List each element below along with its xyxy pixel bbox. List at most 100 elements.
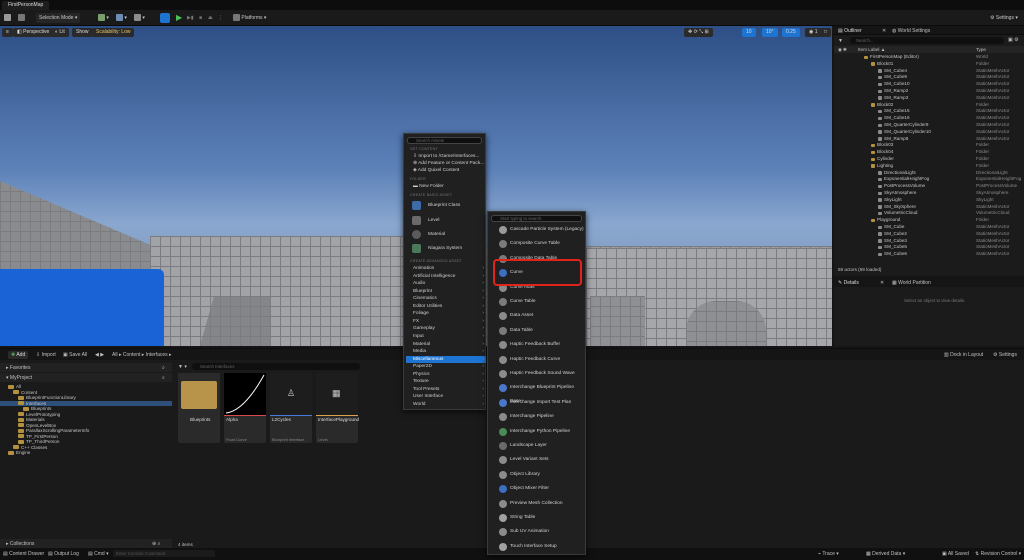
trace-button[interactable]: ⌁ Trace ▾: [818, 551, 839, 557]
submenu-item[interactable]: Data Asset: [490, 309, 585, 323]
outliner-row[interactable]: FirstPersonMap (Editor) World: [834, 54, 1024, 61]
dock-in-layout-button[interactable]: ▥ Dock in Layout: [944, 352, 983, 358]
menu-item-advanced[interactable]: Gameplay ›: [406, 325, 486, 332]
submenu-item[interactable]: Landscape Layer: [490, 439, 585, 453]
menu-item-advanced[interactable]: Input ›: [406, 333, 486, 340]
tab-outliner[interactable]: ▤ Outliner: [838, 28, 862, 34]
platforms-dropdown[interactable]: Platforms ▾: [233, 13, 266, 23]
add-collection-icon[interactable]: ⊕ ⌕: [152, 541, 160, 547]
menu-item-advanced[interactable]: Material ›: [406, 341, 486, 348]
asset-tile[interactable]: ♙ L2Cycles Blueprint Interface: [270, 373, 312, 443]
eject-icon[interactable]: ⏏: [208, 13, 213, 23]
outliner-row[interactable]: SM_Cube5 StaticMeshActor: [834, 244, 1024, 251]
menu-item-advanced[interactable]: User Interface ›: [406, 393, 486, 400]
menu-item-quixel[interactable]: ◈ Add Quixel Content: [406, 167, 486, 174]
revision-control-button[interactable]: ⇅ Revision Control ▾: [975, 551, 1021, 557]
menu-item-advanced[interactable]: Artificial Intelligence ›: [406, 273, 486, 280]
menu-item-add-feature[interactable]: ⊕ Add Feature or Content Pack...: [406, 160, 486, 167]
menu-item-advanced[interactable]: Miscellaneous ›: [406, 355, 486, 363]
search-icon[interactable]: ⌕: [162, 365, 165, 371]
outliner-row[interactable]: SkyAtmosphere SkyAtmosphere: [834, 190, 1024, 197]
blueprint-icon[interactable]: ▾: [116, 13, 127, 23]
outliner-row[interactable]: VolumetricCloud VolumetricCloud: [834, 210, 1024, 217]
breadcrumb-interfaces[interactable]: Interfaces: [146, 352, 168, 358]
rotation-snap[interactable]: 10°: [762, 28, 778, 37]
output-log-button[interactable]: ▤ Output Log: [48, 551, 79, 557]
outliner-row[interactable]: Block04 Folder: [834, 149, 1024, 156]
outliner-row[interactable]: Block03 Folder: [834, 142, 1024, 149]
submenu-item[interactable]: Haptic Feedback Buffer: [490, 338, 585, 352]
history-nav[interactable]: ◀ ▶: [95, 352, 104, 358]
submenu-item[interactable]: Interchange Pipeline: [490, 410, 585, 424]
outliner-row[interactable]: SM_Ramp8 StaticMeshActor: [834, 136, 1024, 143]
menu-item-niagara[interactable]: Niagara System: [406, 242, 486, 255]
outliner-row[interactable]: SM_Cube16 StaticMeshActor: [834, 115, 1024, 122]
outliner-row[interactable]: Block02 Folder: [834, 102, 1024, 109]
submenu-item[interactable]: Sub UV Animation: [490, 525, 585, 539]
outliner-row[interactable]: SM_QuarterCylinder9 StaticMeshActor: [834, 122, 1024, 129]
viewport-options-icon[interactable]: ≡: [2, 28, 13, 37]
submenu-item[interactable]: Object Library: [490, 468, 585, 482]
outliner-row[interactable]: Lighting Folder: [834, 163, 1024, 170]
menu-item-advanced[interactable]: World ›: [406, 401, 486, 408]
submenu-item[interactable]: Haptic Feedback Curve: [490, 353, 585, 367]
menu-item-advanced[interactable]: FX ›: [406, 318, 486, 325]
perspective-button[interactable]: ◧ Perspective: [13, 28, 54, 37]
asset-tile[interactable]: ▦ InterfacePlayground Level: [316, 373, 359, 443]
submenu-item[interactable]: Cascade Particle System (Legacy): [490, 223, 585, 237]
outliner-row[interactable]: SM_Cube15 StaticMeshActor: [834, 108, 1024, 115]
menu-item-advanced[interactable]: Foliage ›: [406, 310, 486, 317]
menu-item-advanced[interactable]: Tool Presets ›: [406, 386, 486, 393]
outliner-row[interactable]: Block01 Folder: [834, 61, 1024, 68]
outliner-row[interactable]: Cylinder Folder: [834, 156, 1024, 163]
menu-item-advanced[interactable]: Texture ›: [406, 378, 486, 385]
modes-icon[interactable]: [18, 13, 25, 23]
cb-settings-button[interactable]: ⚙ Settings: [993, 352, 1017, 358]
submenu-item[interactable]: Level Variant Sets: [490, 453, 585, 467]
asset-tile[interactable]: Blueprints: [178, 373, 220, 443]
outliner-row[interactable]: SM_SkySphere StaticMeshActor: [834, 204, 1024, 211]
close-icon[interactable]: ✕: [882, 28, 886, 34]
outliner-row[interactable]: SM_QuarterCylinder10 StaticMeshActor: [834, 129, 1024, 136]
menu-item-advanced[interactable]: Audio ›: [406, 280, 486, 287]
all-saved-button[interactable]: ▣ All Saved: [942, 551, 969, 557]
add-button[interactable]: ✚ Add: [8, 351, 29, 359]
tab-details[interactable]: ✎ Details: [838, 280, 859, 286]
import-button[interactable]: ⇩ Import: [36, 352, 56, 358]
breadcrumb-content[interactable]: Content: [123, 352, 141, 358]
add-actor-icon[interactable]: ▾: [98, 13, 109, 23]
derived-data-button[interactable]: ▦ Derived Data ▾: [866, 551, 905, 557]
build-mode-icon[interactable]: [160, 13, 170, 23]
maximize-viewport-icon[interactable]: □: [820, 28, 832, 37]
outliner-row[interactable]: DirectionalLight DirectionalLight: [834, 170, 1024, 177]
scalability-button[interactable]: Scalability: Low: [92, 28, 135, 37]
add-folder-icon[interactable]: ▣ ⚙: [1008, 37, 1019, 43]
outliner-row[interactable]: SM_Ramp3 StaticMeshActor: [834, 95, 1024, 102]
outliner-row[interactable]: Playground Folder: [834, 217, 1024, 224]
submenu-item[interactable]: Interchange Blueprint Pipeline Base: [490, 381, 585, 404]
outliner-row[interactable]: SM_Cube StaticMeshActor: [834, 224, 1024, 231]
menu-item-advanced[interactable]: Physics ›: [406, 371, 486, 378]
col-item-label[interactable]: Item Label ▲: [858, 47, 885, 52]
visibility-icon[interactable]: ◉ ✱: [838, 47, 847, 53]
cb-search-input[interactable]: Search Interfaces: [192, 363, 360, 370]
submenu-item[interactable]: Interchange Python Pipeline: [490, 425, 585, 439]
menu-item-advanced[interactable]: Animation ›: [406, 265, 486, 272]
col-type[interactable]: Type: [976, 47, 986, 52]
step-icon[interactable]: ▶▮: [187, 13, 194, 23]
menu-item-level[interactable]: Level: [406, 214, 486, 227]
save-all-button[interactable]: ▣ Save All: [63, 352, 87, 358]
outliner-row[interactable]: SM_Cube6 StaticMeshActor: [834, 251, 1024, 258]
outliner-row[interactable]: SM_Cube10 StaticMeshActor: [834, 81, 1024, 88]
submenu-item[interactable]: Touch Interface Setup: [490, 540, 585, 554]
more-options-icon[interactable]: ⋮: [218, 13, 223, 23]
tab-world-partition[interactable]: ▦ World Partition: [892, 280, 931, 286]
transform-tools[interactable]: ✥ ⟳ ⤡ ⊞: [684, 28, 713, 37]
menu-search-input[interactable]: Search Assets: [407, 137, 482, 144]
menu-item-advanced[interactable]: Paper2D ›: [406, 363, 486, 370]
settings-dropdown[interactable]: ⚙ Settings ▾: [990, 13, 1018, 23]
grid-snap[interactable]: 10: [742, 28, 756, 37]
breadcrumb-all[interactable]: All: [112, 352, 118, 358]
submenu-item[interactable]: Composite Curve Table: [490, 237, 585, 251]
outliner-row[interactable]: ExponentialHeightFog ExponentialHeightFog: [834, 176, 1024, 183]
